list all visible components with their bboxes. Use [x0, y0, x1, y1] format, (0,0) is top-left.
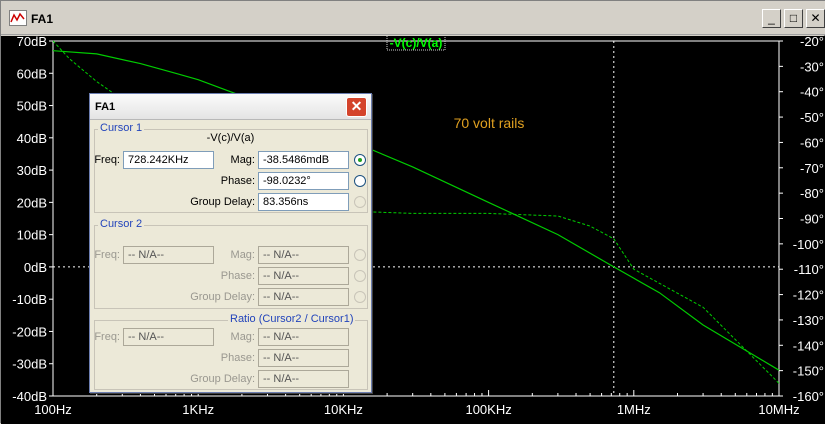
maximize-icon: □: [789, 11, 798, 25]
cursor-1-freq-label: Freq:: [94, 154, 120, 166]
cursor-2-freq-field[interactable]: -- N/A--: [123, 246, 214, 264]
ratio-label: Ratio (Cursor2 / Cursor1): [228, 313, 356, 325]
close-icon: ✕: [810, 11, 821, 25]
right-tick-label: -130°: [793, 313, 824, 328]
cursor-1-freq-field[interactable]: 728.242KHz: [123, 151, 214, 169]
ratio-group-delay-field[interactable]: -- N/A--: [258, 370, 349, 388]
cursor-2-label: Cursor 2: [98, 218, 145, 230]
right-tick-label: -80°: [800, 186, 824, 201]
cursor-2-group-delay-label: Group Delay:: [190, 291, 255, 303]
window-title: FA1: [31, 12, 54, 26]
cursor-1-group-delay-radio[interactable]: [354, 196, 366, 208]
x-tick-label: 1KHz: [182, 402, 214, 417]
cursor-2-group-delay-field[interactable]: -- N/A--: [258, 288, 349, 306]
left-tick-label: 0dB: [24, 260, 47, 275]
maximize-button[interactable]: □: [784, 9, 803, 28]
close-button[interactable]: ✕: [806, 9, 825, 28]
x-tick-label: 100Hz: [34, 402, 72, 417]
right-tick-label: -90°: [800, 212, 824, 227]
ratio-group-delay-label: Group Delay:: [190, 373, 255, 385]
left-tick-label: 70dB: [17, 36, 47, 49]
cursor-1-group-delay-label: Group Delay:: [190, 196, 255, 208]
cursor-1-phase-radio[interactable]: [354, 175, 366, 187]
cursor-2-mag-field[interactable]: -- N/A--: [258, 246, 349, 264]
cursor-2-freq-label: Freq:: [94, 249, 120, 261]
ratio-phase-field[interactable]: -- N/A--: [258, 349, 349, 367]
cursor-1-phase-field[interactable]: -98.0232°: [258, 172, 349, 190]
cursor-1-phase-label: Phase:: [220, 175, 255, 187]
right-tick-label: -70°: [800, 161, 824, 176]
left-tick-label: 10dB: [17, 228, 47, 243]
left-tick-label: 20dB: [17, 195, 47, 210]
plot-annotation: 70 volt rails: [454, 115, 525, 131]
right-tick-label: -110°: [794, 262, 824, 277]
right-tick-label: -100°: [793, 237, 824, 252]
x-tick-label: 1MHz: [617, 402, 651, 417]
cursor-2-group-delay-radio[interactable]: [354, 291, 366, 303]
cursor-2-phase-radio[interactable]: [354, 270, 366, 282]
cursor-1-trace: -V(c)/V(a): [206, 132, 255, 144]
cursor-2-phase-field[interactable]: -- N/A--: [258, 267, 349, 285]
ratio-freq-label: Freq:: [94, 331, 120, 343]
right-tick-label: -140°: [793, 338, 824, 353]
x-tick-label: 10KHz: [324, 402, 363, 417]
dialog-title: FA1: [95, 101, 116, 113]
trace-label[interactable]: -V(c)/V(a): [390, 36, 443, 50]
waveform-window: FA1 _ □ ✕ 70dB 60dB 50dB 40dB 30dB 20dB 10dB 0d…: [0, 0, 825, 424]
right-tick-label: -60°: [800, 135, 824, 150]
window-titlebar[interactable]: FA1 _ □ ✕: [1, 1, 825, 35]
left-tick-label: 50dB: [17, 99, 47, 114]
left-tick-label: -20dB: [12, 324, 47, 339]
dialog-close-button[interactable]: ✕: [346, 97, 367, 117]
cursor-1-group-delay-field[interactable]: 83.356ns: [258, 193, 349, 211]
minimize-icon: _: [768, 11, 775, 25]
right-tick-label: -50°: [800, 110, 824, 125]
right-tick-label: -30°: [800, 59, 824, 74]
left-tick-label: -30dB: [12, 357, 47, 372]
ratio-freq-field[interactable]: -- N/A--: [123, 328, 214, 346]
ratio-mag-label: Mag:: [230, 331, 255, 343]
left-tick-label: 60dB: [17, 66, 47, 81]
right-tick-label: -40°: [800, 85, 824, 100]
cursor-dialog[interactable]: FA1 ✕ Cursor 1 -V(c)/V(a) Freq: 728.242K…: [89, 93, 372, 393]
cursor-1-mag-label: Mag:: [230, 154, 255, 166]
ratio-phase-label: Phase:: [220, 352, 255, 364]
cursor-1-mag-field[interactable]: -38.5486mdB: [258, 151, 349, 169]
dialog-titlebar[interactable]: FA1 ✕: [90, 94, 371, 120]
right-tick-label: -150°: [793, 364, 824, 379]
close-icon: ✕: [350, 98, 363, 114]
minimize-button[interactable]: _: [762, 9, 781, 28]
right-tick-label: -20°: [800, 36, 824, 49]
ratio-mag-field[interactable]: -- N/A--: [258, 328, 349, 346]
cursor-2-mag-label: Mag:: [230, 249, 255, 261]
waveform-app-icon: [9, 10, 27, 26]
left-tick-label: -10dB: [12, 292, 47, 307]
left-tick-label: 30dB: [17, 163, 47, 178]
x-tick-label: 100KHz: [465, 402, 511, 417]
left-tick-label: 40dB: [17, 131, 47, 146]
x-tick-label: 10MHz: [758, 402, 799, 417]
cursor-2-mag-radio[interactable]: [354, 249, 366, 261]
right-tick-label: -120°: [793, 288, 824, 303]
cursor-2-phase-label: Phase:: [220, 270, 255, 282]
cursor-1-mag-radio[interactable]: [354, 154, 366, 166]
